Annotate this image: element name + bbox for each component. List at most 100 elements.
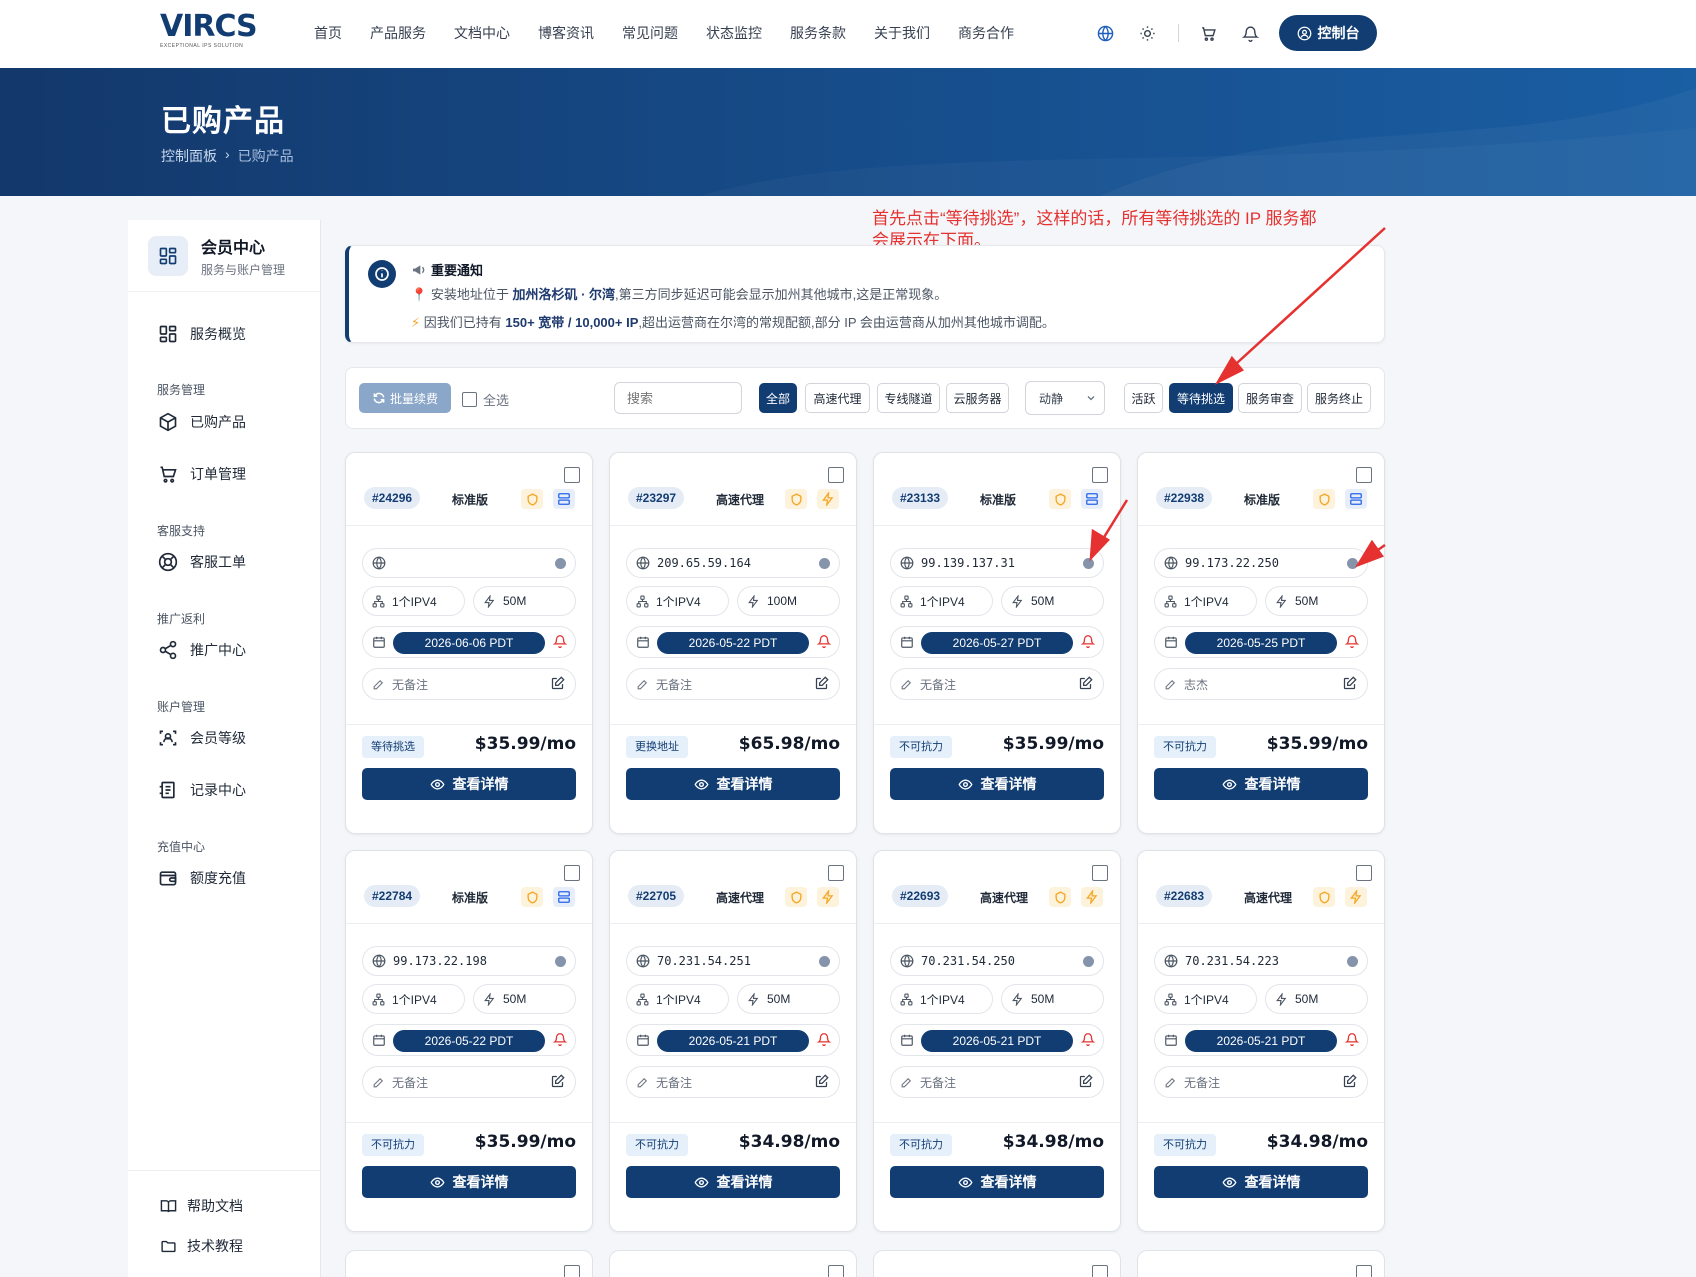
view-detail-button[interactable]: 查看详情: [362, 768, 576, 800]
nav-link[interactable]: 关于我们: [874, 22, 930, 44]
nav-link[interactable]: 常见问题: [622, 22, 678, 44]
card-checkbox[interactable]: [564, 865, 580, 881]
nav-link[interactable]: 博客资讯: [538, 22, 594, 44]
nav-link[interactable]: 首页: [314, 22, 342, 44]
note-field[interactable]: 无备注: [890, 1066, 1104, 1098]
bell-icon[interactable]: [1344, 1032, 1360, 1051]
view-detail-button[interactable]: 查看详情: [890, 1166, 1104, 1198]
card-checkbox[interactable]: [828, 865, 844, 881]
card-checkbox[interactable]: [828, 1265, 844, 1277]
view-detail-button[interactable]: 查看详情: [890, 768, 1104, 800]
note-field[interactable]: 无备注: [362, 668, 576, 700]
sidebar-item-orders[interactable]: 订单管理: [158, 464, 246, 484]
ipv4-count: 1个IPV4: [890, 984, 993, 1014]
status-filter-button[interactable]: 活跃: [1124, 383, 1163, 413]
bell-icon[interactable]: [816, 1032, 832, 1051]
card-checkbox[interactable]: [564, 1265, 580, 1277]
ip-address-field[interactable]: 99.139.137.31: [890, 548, 1104, 578]
view-detail-button[interactable]: 查看详情: [626, 1166, 840, 1198]
view-detail-button[interactable]: 查看详情: [626, 768, 840, 800]
view-detail-button[interactable]: 查看详情: [362, 1166, 576, 1198]
edit-icon[interactable]: [814, 676, 829, 694]
nav-link[interactable]: 服务条款: [790, 22, 846, 44]
ip-address: 70.231.54.250: [921, 954, 1015, 968]
bell-icon[interactable]: [1239, 22, 1261, 44]
bell-icon[interactable]: [1080, 634, 1096, 653]
eye-icon: [957, 777, 973, 792]
ip-address-field[interactable]: 209.65.59.164: [626, 548, 840, 578]
card-checkbox[interactable]: [1092, 467, 1108, 483]
brand-logo[interactable]: VIRCS EXCEPTIONAL IPS SOLUTION: [160, 12, 258, 50]
nav-link[interactable]: 商务合作: [958, 22, 1014, 44]
sidebar-item-level[interactable]: 会员等级: [158, 728, 246, 748]
nav-link[interactable]: 状态监控: [706, 22, 762, 44]
bandwidth-label: 100M: [767, 594, 798, 608]
bell-icon[interactable]: [552, 634, 568, 653]
sidebar-item-help[interactable]: 帮助文档: [160, 1196, 243, 1216]
sidebar-item-tickets[interactable]: 客服工单: [158, 552, 246, 572]
sidebar-item-records[interactable]: 记录中心: [158, 780, 246, 800]
select-all-checkbox[interactable]: [462, 392, 477, 407]
type-filter-button[interactable]: 专线隧道: [877, 383, 940, 413]
card-checkbox[interactable]: [1356, 467, 1372, 483]
view-detail-button[interactable]: 查看详情: [1154, 768, 1368, 800]
status-filter-button[interactable]: 等待挑选: [1169, 383, 1233, 413]
ip-address-field[interactable]: 99.173.22.198: [362, 946, 576, 976]
batch-renew-button[interactable]: 批量续费: [359, 383, 451, 413]
status-filter-button[interactable]: 服务终止: [1307, 383, 1371, 413]
note-field[interactable]: 无备注: [626, 668, 840, 700]
ip-address-field[interactable]: 70.231.54.250: [890, 946, 1104, 976]
sidebar-item-tutorials[interactable]: 技术教程: [160, 1236, 243, 1256]
type-filter-button[interactable]: 高速代理: [805, 383, 870, 413]
records-icon: [159, 781, 175, 799]
bell-icon[interactable]: [1344, 634, 1360, 653]
card-checkbox[interactable]: [1092, 1265, 1108, 1277]
notice-heading: 重要通知: [411, 260, 483, 279]
ip-address-field[interactable]: [362, 548, 576, 578]
sidebar-item-overview[interactable]: 服务概览: [158, 324, 246, 344]
sidebar-item-topup[interactable]: 额度充值: [158, 868, 246, 888]
edit-icon[interactable]: [1342, 1074, 1357, 1092]
nav-link[interactable]: 文档中心: [454, 22, 510, 44]
globe-icon[interactable]: [1094, 22, 1116, 44]
select-all[interactable]: 全选: [462, 390, 509, 409]
sidebar-item-purchased[interactable]: 已购产品: [158, 412, 246, 432]
calendar-icon: [1164, 1033, 1178, 1052]
bandwidth-label: 50M: [1295, 594, 1319, 608]
edit-icon[interactable]: [1342, 676, 1357, 694]
edit-icon[interactable]: [1078, 676, 1093, 694]
card-checkbox[interactable]: [828, 467, 844, 483]
sun-icon[interactable]: [1136, 22, 1158, 44]
view-detail-button[interactable]: 查看详情: [1154, 1166, 1368, 1198]
search-input[interactable]: [614, 382, 742, 414]
bell-icon[interactable]: [1080, 1032, 1096, 1051]
note-field[interactable]: 无备注: [890, 668, 1104, 700]
ip-address-field[interactable]: 70.231.54.251: [626, 946, 840, 976]
ip-address-field[interactable]: 99.173.22.250: [1154, 548, 1368, 578]
mode-select[interactable]: 动静: [1025, 381, 1105, 415]
edit-icon[interactable]: [1078, 1074, 1093, 1092]
cart-icon[interactable]: [1197, 22, 1219, 44]
card-checkbox[interactable]: [564, 467, 580, 483]
edit-icon[interactable]: [550, 676, 565, 694]
note-field[interactable]: 无备注: [362, 1066, 576, 1098]
sidebar-item-promo[interactable]: 推广中心: [158, 640, 246, 660]
type-filter-button[interactable]: 全部: [759, 383, 797, 413]
ip-address-field[interactable]: 70.231.54.223: [1154, 946, 1368, 976]
console-button[interactable]: 控制台: [1279, 15, 1377, 51]
card-checkbox[interactable]: [1356, 1265, 1372, 1277]
bell-icon[interactable]: [816, 634, 832, 653]
edit-icon[interactable]: [814, 1074, 829, 1092]
bell-icon[interactable]: [552, 1032, 568, 1051]
edit-icon[interactable]: [550, 1074, 565, 1092]
type-filter-button[interactable]: 云服务器: [946, 383, 1009, 413]
status-filter-button[interactable]: 服务审查: [1238, 383, 1302, 413]
nav-link[interactable]: 产品服务: [370, 22, 426, 44]
note-field[interactable]: 无备注: [1154, 1066, 1368, 1098]
card-checkbox[interactable]: [1356, 865, 1372, 881]
note-field[interactable]: 志杰: [1154, 668, 1368, 700]
refresh-icon: [373, 392, 385, 404]
card-checkbox[interactable]: [1092, 865, 1108, 881]
breadcrumb-home[interactable]: 控制面板: [161, 146, 217, 166]
note-field[interactable]: 无备注: [626, 1066, 840, 1098]
